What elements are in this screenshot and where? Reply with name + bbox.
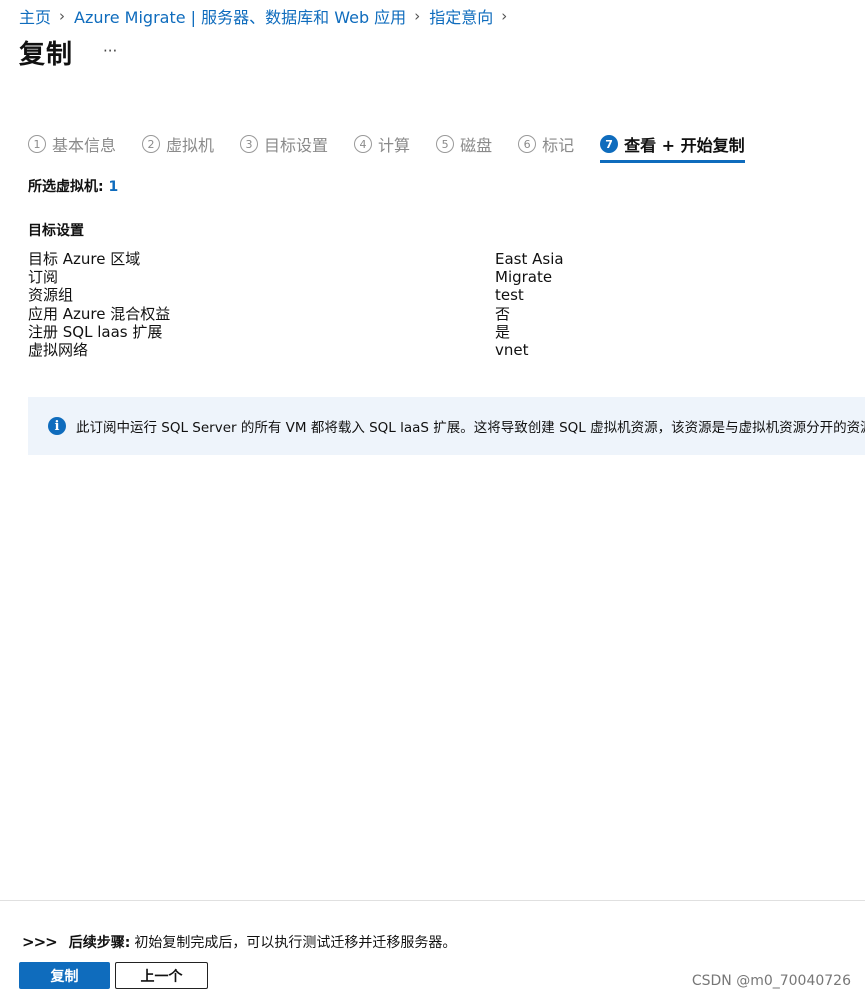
tab-review-start-replication[interactable]: 7 查看 + 开始复制 (600, 130, 745, 163)
breadcrumb: 主页 › Azure Migrate | 服务器、数据库和 Web 应用 › 指… (19, 4, 516, 28)
breadcrumb-specify-intent[interactable]: 指定意向 (429, 4, 493, 28)
target-settings-list: 目标 Azure 区域 East Asia 订阅 Migrate 资源组 tes… (28, 250, 628, 359)
step-number: 7 (600, 135, 619, 153)
setting-label: 订阅 (28, 268, 59, 287)
step-number: 3 (240, 135, 259, 153)
tab-label: 虚拟机 (166, 136, 215, 155)
tab-label: 基本信息 (52, 136, 117, 155)
footer-divider (0, 900, 865, 901)
setting-label: 资源组 (28, 286, 74, 305)
setting-label: 虚拟网络 (28, 340, 89, 359)
breadcrumb-azure-migrate[interactable]: Azure Migrate | 服务器、数据库和 Web 应用 (74, 4, 406, 28)
title-row: 复制 ··· (19, 34, 117, 71)
step-number: 6 (518, 135, 537, 153)
chevron-right-icon: › (59, 7, 66, 25)
triple-chevron-icon: >>> (22, 933, 58, 951)
info-icon: i (48, 417, 66, 435)
step-number: 5 (436, 135, 455, 153)
replicate-button[interactable]: 复制 (19, 962, 110, 989)
tab-compute[interactable]: 4 计算 (354, 130, 410, 158)
target-settings-heading: 目标设置 (28, 223, 84, 239)
step-number: 2 (142, 135, 161, 153)
setting-value: East Asia (495, 250, 564, 268)
tab-disks[interactable]: 5 磁盘 (436, 130, 492, 158)
tab-label: 查看 + 开始复制 (624, 136, 745, 155)
tab-label: 标记 (542, 136, 575, 155)
replicate-page: 主页 › Azure Migrate | 服务器、数据库和 Web 应用 › 指… (0, 0, 865, 1000)
setting-value: Migrate (495, 268, 553, 287)
page-title: 复制 (19, 40, 74, 70)
settings-row: 应用 Azure 混合权益 否 (28, 305, 628, 323)
tab-label: 目标设置 (264, 136, 329, 155)
previous-button[interactable]: 上一个 (115, 962, 208, 989)
setting-value: 是 (495, 322, 511, 341)
settings-row: 订阅 Migrate (28, 268, 628, 286)
selected-vms-label: 所选虚拟机: (28, 179, 104, 195)
setting-label: 应用 Azure 混合权益 (28, 304, 171, 323)
setting-label: 目标 Azure 区域 (28, 250, 141, 268)
setting-value: vnet (495, 340, 529, 359)
wizard-tabs: 1 基本信息 2 虚拟机 3 目标设置 4 计算 5 磁盘 6 标记 7 查看 … (28, 130, 745, 163)
next-steps-label: 后续步骤: (68, 935, 131, 951)
step-number: 4 (354, 135, 373, 153)
next-steps-text: 初始复制完成后，可以执行测试迁移并迁移服务器。 (134, 935, 457, 951)
tab-basics[interactable]: 1 基本信息 (28, 130, 116, 158)
watermark: CSDN @m0_70040726 (691, 973, 851, 989)
selected-vms: 所选虚拟机: 1 (28, 176, 118, 196)
step-number: 1 (28, 135, 46, 153)
tab-target-settings[interactable]: 3 目标设置 (240, 130, 328, 158)
settings-row: 注册 SQL laas 扩展 是 (28, 323, 628, 341)
info-banner: i 此订阅中运行 SQL Server 的所有 VM 都将载入 SQL laaS… (28, 397, 865, 455)
settings-row: 虚拟网络 vnet (28, 341, 628, 359)
chevron-right-icon: › (414, 7, 421, 25)
setting-value: 否 (495, 304, 511, 323)
selected-vms-count: 1 (108, 179, 119, 195)
tab-label: 磁盘 (460, 136, 493, 155)
settings-row: 目标 Azure 区域 East Asia (28, 250, 628, 268)
tab-tags[interactable]: 6 标记 (518, 130, 574, 158)
tab-label: 计算 (378, 136, 411, 155)
chevron-right-icon: › (501, 7, 508, 25)
next-steps: >>> 后续步骤: 初始复制完成后，可以执行测试迁移并迁移服务器。 (22, 932, 456, 952)
setting-value: test (495, 286, 524, 305)
settings-row: 资源组 test (28, 286, 628, 304)
setting-label: 注册 SQL laas 扩展 (28, 322, 163, 341)
info-banner-text: 此订阅中运行 SQL Server 的所有 VM 都将载入 SQL laaS 扩… (76, 420, 865, 436)
tab-virtual-machines[interactable]: 2 虚拟机 (142, 130, 214, 158)
breadcrumb-home[interactable]: 主页 (19, 4, 51, 28)
more-options-button[interactable]: ··· (103, 42, 117, 60)
